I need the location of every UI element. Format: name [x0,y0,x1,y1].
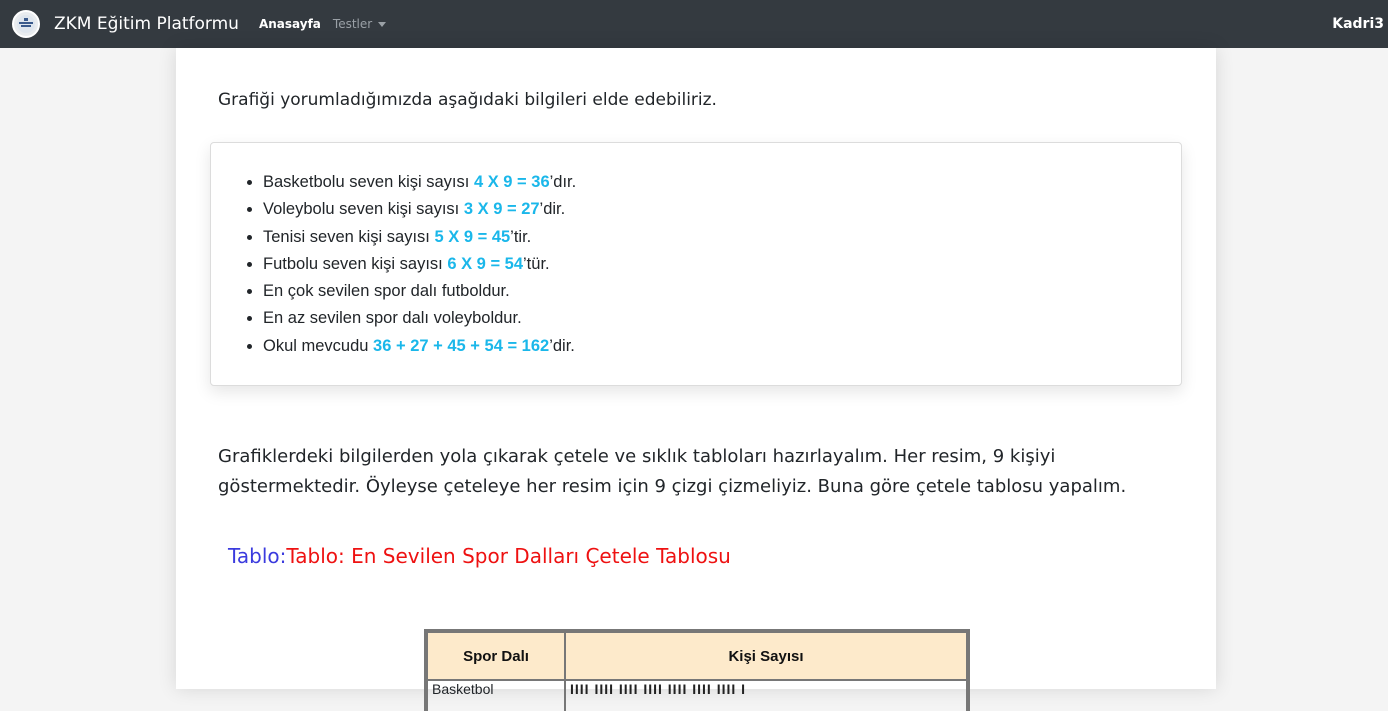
list-item-text: Tenisi seven kişi sayısı [263,227,435,246]
tally-table-image: Spor Dalı Kişi Sayısı Basketbol IIII III… [424,629,970,711]
list-item-suffix: ’dir. [549,336,575,355]
navbar-brand[interactable]: ZKM Eğitim Platformu [54,14,239,34]
list-item-text: Voleybolu seven kişi sayısı [263,200,464,219]
table-title-label: Tablo: [228,544,287,568]
row-tally-marks: IIII IIII IIII IIII IIII IIII IIII I [564,679,968,711]
list-item: En çok sevilen spor dalı futboldur. [263,278,576,305]
facts-list: Basketbolu seven kişi sayısı 4 X 9 = 36’… [211,169,576,360]
list-item-text: Okul mevcudu [263,336,374,355]
table-row: Basketbol IIII IIII IIII IIII IIII IIII … [426,679,968,711]
nav-dropdown-tests-label: Testler [332,17,373,31]
list-item-suffix: ’tür. [523,254,550,273]
user-menu[interactable]: Kadri3 [1332,16,1384,32]
tally-table: Spor Dalı Kişi Sayısı Basketbol IIII III… [426,631,968,711]
platform-logo-icon[interactable] [12,10,40,38]
nav-dropdown-tests[interactable]: Testler [332,17,387,31]
content-panel: Grafiği yorumladığımızda aşağıdaki bilgi… [176,48,1216,711]
list-item-suffix: ’dir. [539,200,566,219]
table-title: Tablo:Tablo: En Sevilen Spor Dalları Çet… [228,544,731,568]
intro-text: Grafiği yorumladığımızda aşağıdaki bilgi… [218,90,717,110]
list-item-text: En çok sevilen spor dalı futboldur. [263,282,510,301]
list-item-text: Futbolu seven kişi sayısı [263,254,448,273]
list-item: Futbolu seven kişi sayısı 6 X 9 = 54’tür… [263,251,576,278]
list-item-suffix: ’dır. [549,173,577,191]
chevron-down-icon [378,21,387,27]
list-item: Okul mevcudu 36 + 27 + 45 + 54 = 162’dir… [263,333,576,360]
header-spor-dali: Spor Dalı [426,631,566,681]
list-item-highlight: 36 + 27 + 45 + 54 = 162 [373,336,550,355]
list-item: Voleybolu seven kişi sayısı 3 X 9 = 27’d… [263,196,576,223]
list-item-highlight: 5 X 9 = 45 [434,227,511,246]
nav-link-home[interactable]: Anasayfa [259,17,321,31]
explanation-paragraph: Grafiklerdeki bilgilerden yola çıkarak ç… [218,446,1127,497]
row-label: Basketbol [426,679,566,711]
list-item-highlight: 6 X 9 = 54 [447,254,524,273]
list-item-highlight: 3 X 9 = 27 [463,200,540,219]
list-item: Tenisi seven kişi sayısı 5 X 9 = 45’tir. [263,224,576,251]
list-item-highlight: 4 X 9 = 36 [473,173,550,191]
header-kisi-sayisi: Kişi Sayısı [564,631,968,681]
list-item: Basketbolu seven kişi sayısı 4 X 9 = 36’… [263,169,576,196]
table-title-text: Tablo: En Sevilen Spor Dalları Çetele Ta… [286,544,731,568]
top-navbar: ZKM Eğitim Platformu Anasayfa Testler Ka… [0,0,1388,48]
list-item-text: En az sevilen spor dalı voleyboldur. [263,309,522,328]
list-item: En az sevilen spor dalı voleyboldur. [263,305,576,332]
table-header-row: Spor Dalı Kişi Sayısı [426,631,968,681]
info-card: Basketbolu seven kişi sayısı 4 X 9 = 36’… [210,142,1182,386]
list-item-text: Basketbolu seven kişi sayısı [263,173,474,191]
list-item-suffix: ’tir. [510,227,532,246]
